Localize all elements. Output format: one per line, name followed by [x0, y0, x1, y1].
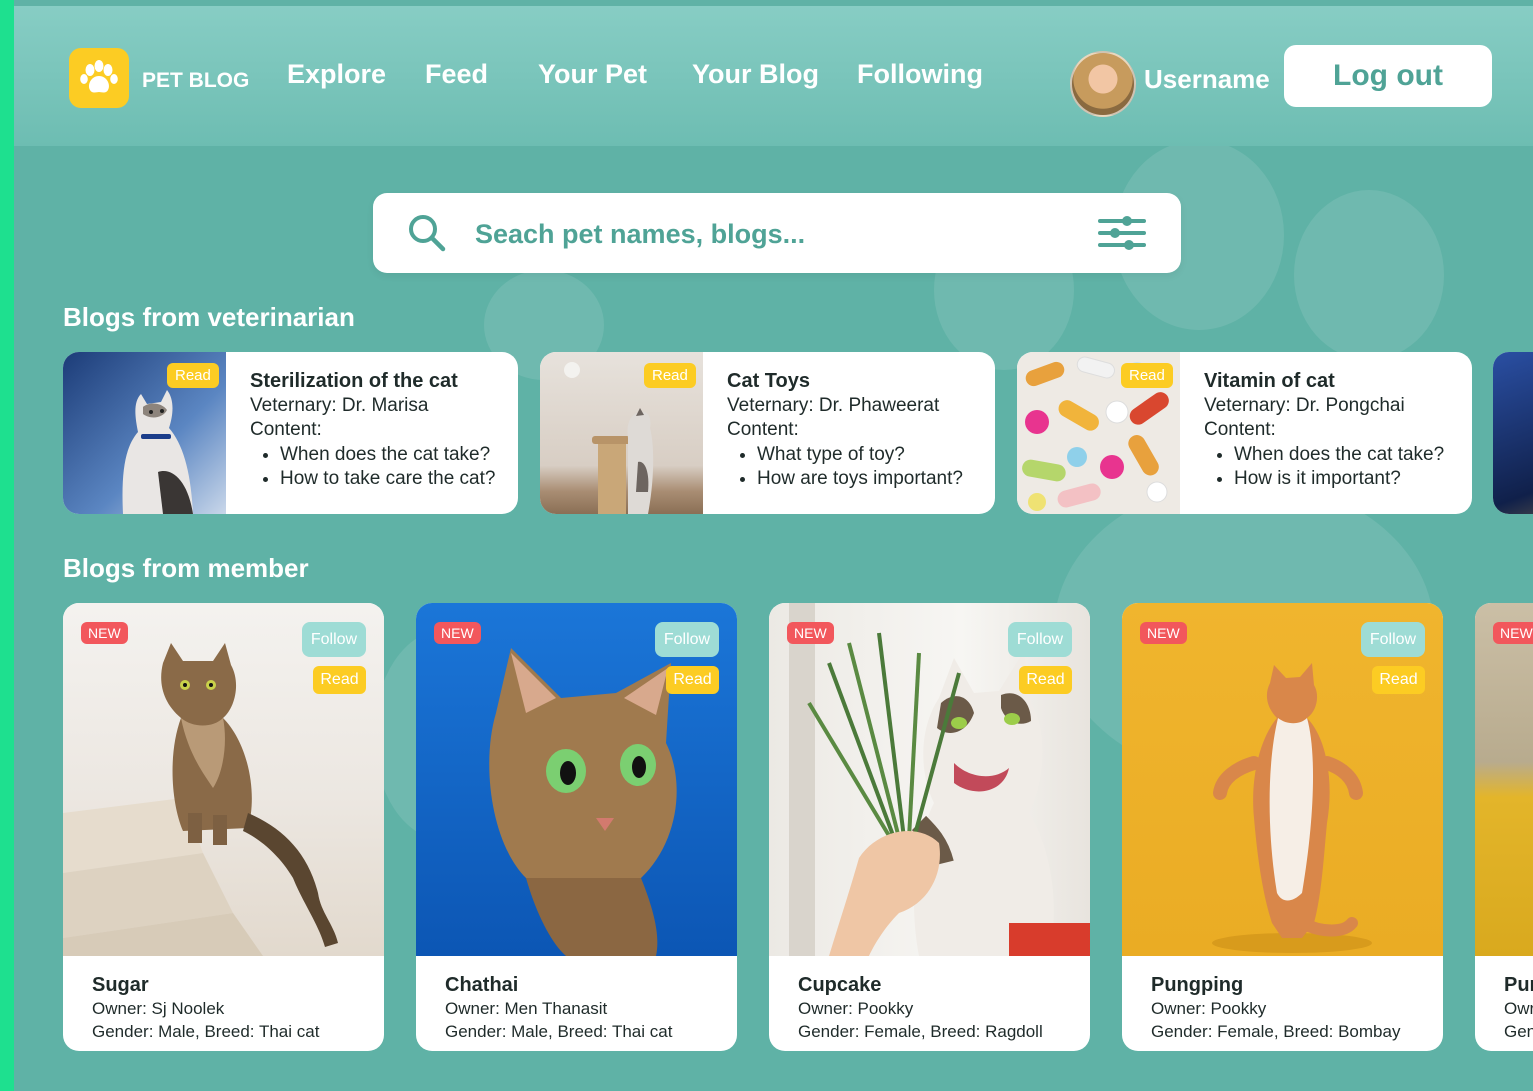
follow-button[interactable]: Follow: [1008, 622, 1072, 657]
pet-details: Gender: Male, Breed: Thai cat: [445, 1022, 673, 1041]
nav-following[interactable]: Following: [857, 59, 983, 90]
new-badge: NEW: [1140, 622, 1187, 644]
read-button[interactable]: Read: [313, 666, 366, 694]
filter-sliders-icon[interactable]: [1097, 213, 1147, 253]
app-window: PET BLOG Explore Feed Your Pet Your Blog…: [14, 0, 1533, 1091]
nav-explore[interactable]: Explore: [287, 59, 386, 90]
vet-blog-text: Vitamin of cat Veternary: Dr. Pongchai C…: [1204, 369, 1466, 492]
content-label: Content:: [1204, 419, 1276, 440]
pet-info: Sugar Owner: Sj Noolek Gender: Male, Bre…: [92, 974, 319, 1043]
pet-name[interactable]: Cupcake: [798, 974, 1043, 997]
pet-info: Chathai Owner: Men Thanasit Gender: Male…: [445, 974, 672, 1043]
search-icon: [409, 215, 446, 252]
vet-section-title: Blogs from veterinarian: [63, 302, 355, 332]
member-blog-card[interactable]: NEW Follow Read Chathai Owner: Men Thana…: [416, 603, 737, 1051]
content-list: When does the cat take? How is it import…: [1204, 443, 1466, 492]
nav-your-blog[interactable]: Your Blog: [692, 59, 819, 90]
read-button[interactable]: Read: [666, 666, 719, 694]
avatar[interactable]: [1070, 51, 1136, 117]
vet-name: Veternary: Dr. Phaweerat: [727, 394, 940, 416]
vet-name: Veternary: Dr. Marisa: [250, 394, 429, 416]
pet-name[interactable]: Pur: [1504, 974, 1533, 997]
content-label: Content:: [727, 419, 799, 440]
pet-owner: Owner: Sj Noolek: [92, 999, 225, 1018]
member-section-title: Blogs from member: [63, 553, 309, 583]
search-bar: [373, 193, 1181, 273]
vet-blog-title[interactable]: Cat Toys: [727, 369, 989, 394]
vet-blog-title[interactable]: Sterilization of the cat: [250, 369, 512, 394]
vet-name: Veternary: Dr. Pongchai: [1204, 394, 1405, 416]
vet-blog-text: Sterilization of the cat Veternary: Dr. …: [250, 369, 512, 492]
content-point: When does the cat take?: [280, 443, 512, 468]
follow-button[interactable]: Follow: [1361, 622, 1425, 657]
pet-name[interactable]: Chathai: [445, 974, 672, 997]
content-point: How are toys important?: [757, 467, 989, 492]
member-blog-card[interactable]: NEW Follow Read Pungping Owner: Pookky G…: [1122, 603, 1443, 1051]
pet-owner: Owner: Pookky: [1151, 999, 1267, 1018]
vet-blog-card[interactable]: Read Cat Toys Veternary: Dr. Phaweerat C…: [540, 352, 995, 514]
username-label[interactable]: Username: [1144, 64, 1270, 95]
logout-button[interactable]: Log out: [1284, 45, 1492, 107]
new-badge: NEW: [1493, 622, 1533, 644]
content-point: How to take care the cat?: [280, 467, 512, 492]
pet-info: Cupcake Owner: Pookky Gender: Female, Br…: [798, 974, 1043, 1043]
vet-blog-image: [1493, 352, 1533, 514]
pet-owner: Owner: Men Thanasit: [445, 999, 608, 1018]
content-label: Content:: [250, 419, 322, 440]
paw-decoration-icon: [1294, 190, 1444, 360]
pet-details: Gender: Female, Breed: Bombay: [1151, 1022, 1401, 1041]
follow-button[interactable]: Follow: [655, 622, 719, 657]
new-badge: NEW: [787, 622, 834, 644]
brand-name: PET BLOG: [142, 69, 250, 92]
nav-feed[interactable]: Feed: [425, 59, 488, 90]
pet-photo: [1475, 603, 1533, 956]
new-badge: NEW: [434, 622, 481, 644]
vet-blog-card[interactable]: Read Vitamin of cat Veternary: Dr. Pongc…: [1017, 352, 1472, 514]
read-tag[interactable]: Read: [167, 363, 219, 388]
vet-blog-card[interactable]: Read Sterilization of the cat Veternary:…: [63, 352, 518, 514]
read-button[interactable]: Read: [1372, 666, 1425, 694]
pet-name[interactable]: Sugar: [92, 974, 319, 997]
vet-blog-card-partial[interactable]: [1493, 352, 1533, 514]
vet-blog-text: Cat Toys Veternary: Dr. Phaweerat Conten…: [727, 369, 989, 492]
read-tag[interactable]: Read: [1121, 363, 1173, 388]
pet-owner: Owner: Pookky: [798, 999, 914, 1018]
pet-name[interactable]: Pungping: [1151, 974, 1400, 997]
pet-details: Gender: Male, Breed: Thai cat: [92, 1022, 320, 1041]
pet-info: Pungping Owner: Pookky Gender: Female, B…: [1151, 974, 1400, 1043]
new-badge: NEW: [81, 622, 128, 644]
content-list: What type of toy? How are toys important…: [727, 443, 989, 492]
pet-details: Gender: Female, Breed: Ragdoll: [798, 1022, 1043, 1041]
read-tag[interactable]: Read: [644, 363, 696, 388]
paw-icon: [80, 60, 118, 93]
content-point: When does the cat take?: [1234, 443, 1466, 468]
member-blog-card[interactable]: NEW Follow Read Sugar Owner: Sj Noolek G…: [63, 603, 384, 1051]
pet-info: Pur Owr Gen: [1504, 974, 1533, 1043]
pet-owner: Owr: [1504, 999, 1533, 1018]
member-blog-card[interactable]: NEW Follow Read Cupcake Owner: Pookky Ge…: [769, 603, 1090, 1051]
content-point: What type of toy?: [757, 443, 989, 468]
pet-details: Gen: [1504, 1022, 1533, 1041]
vet-blog-title[interactable]: Vitamin of cat: [1204, 369, 1466, 394]
content-point: How is it important?: [1234, 467, 1466, 492]
nav-your-pet[interactable]: Your Pet: [538, 59, 647, 90]
follow-button[interactable]: Follow: [302, 622, 366, 657]
search-input[interactable]: [473, 211, 1057, 257]
top-navbar: PET BLOG Explore Feed Your Pet Your Blog…: [14, 6, 1533, 146]
member-blog-card-partial[interactable]: NEW Pur Owr Gen: [1475, 603, 1533, 1051]
read-button[interactable]: Read: [1019, 666, 1072, 694]
logo[interactable]: [69, 48, 129, 108]
content-list: When does the cat take? How to take care…: [250, 443, 512, 492]
